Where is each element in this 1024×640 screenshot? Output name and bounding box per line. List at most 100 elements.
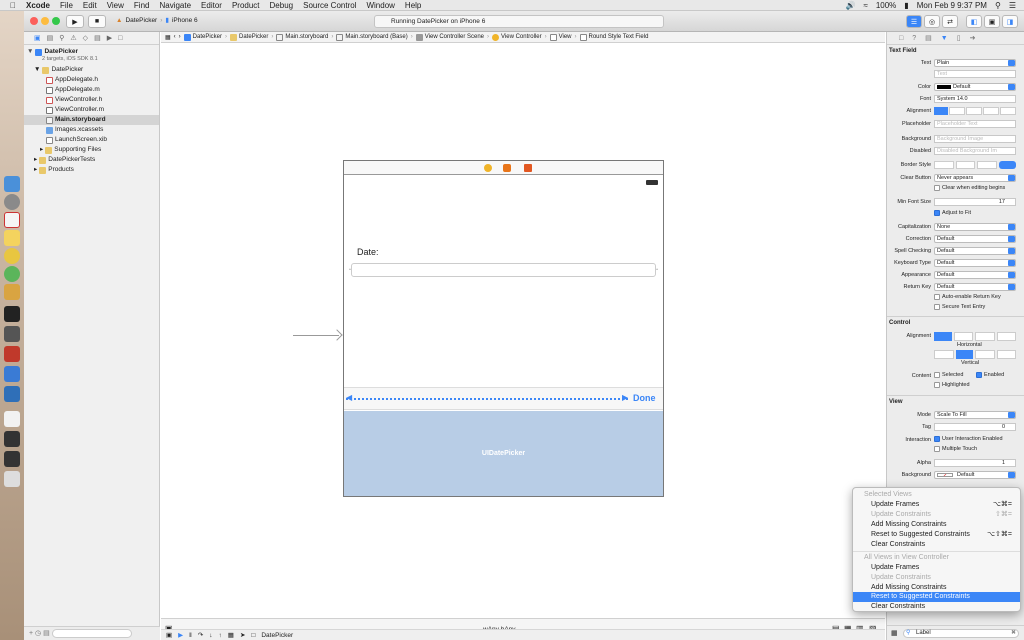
menu-edit[interactable]: Edit: [83, 1, 97, 10]
user-interaction-checkbox[interactable]: User Interaction Enabled: [934, 436, 1003, 442]
apple-icon[interactable]: : [10, 1, 16, 10]
size-icon[interactable]: ▯: [957, 34, 961, 42]
breadcrumb-item[interactable]: View Controller: [492, 33, 542, 41]
tree-item[interactable]: AppDelegate.h: [46, 75, 98, 85]
menu-app[interactable]: Xcode: [26, 1, 50, 10]
highlighted-checkbox[interactable]: Highlighted: [934, 382, 970, 388]
step-over-icon[interactable]: ↷: [198, 631, 203, 639]
connections-icon[interactable]: ➜: [970, 34, 976, 42]
tag-field[interactable]: 0: [934, 423, 1016, 431]
menu-find[interactable]: Find: [134, 1, 150, 10]
resize-handle[interactable]: ▫: [349, 267, 351, 273]
mode-popup[interactable]: Scale To Fill: [934, 411, 1016, 419]
menu-help[interactable]: Help: [405, 1, 421, 10]
attributes-icon[interactable]: ▼: [941, 35, 948, 42]
grid-view-icon[interactable]: ▦: [891, 629, 898, 637]
correction-popup[interactable]: Default: [934, 235, 1016, 243]
resize-handle[interactable]: ▫: [656, 267, 658, 273]
help-icon[interactable]: ?: [912, 35, 916, 42]
h-align-center-icon[interactable]: [953, 332, 973, 341]
clock[interactable]: Mon Feb 9 9:37 PM: [917, 1, 987, 10]
add-icon[interactable]: +: [29, 630, 33, 637]
align-center-icon[interactable]: [949, 107, 965, 115]
hide-debug-icon[interactable]: ▣: [166, 631, 172, 639]
breadcrumb-item[interactable]: View Controller Scene: [415, 33, 484, 41]
close-button[interactable]: [30, 17, 38, 25]
tree-item[interactable]: ViewController.m: [46, 105, 104, 115]
wifi-icon[interactable]: ≈: [863, 1, 867, 10]
menu-file[interactable]: File: [60, 1, 73, 10]
folder-icon[interactable]: ▣: [34, 34, 41, 42]
symbol-icon[interactable]: ▤: [47, 34, 54, 42]
secure-entry-checkbox[interactable]: Secure Text Entry: [934, 304, 985, 310]
v-align-bottom-icon[interactable]: [975, 350, 995, 359]
h-align-left-icon[interactable]: [934, 332, 952, 341]
identity-icon[interactable]: ▤: [925, 34, 932, 42]
text-type-popup[interactable]: Plain: [934, 59, 1016, 67]
battery-text[interactable]: 100%: [876, 1, 896, 10]
breadcrumb-item[interactable]: View: [549, 33, 572, 41]
clear-button-popup[interactable]: Never appears: [934, 174, 1016, 182]
spotlight-icon[interactable]: ⚲: [995, 1, 1001, 10]
toggle-debug-button[interactable]: ▣: [984, 15, 1000, 28]
border-bezel-icon[interactable]: [977, 161, 997, 169]
menu-editor[interactable]: Editor: [201, 1, 222, 10]
breadcrumb-item[interactable]: Round Style Text Field: [579, 33, 648, 41]
notes-icon[interactable]: [4, 230, 20, 246]
exit-icon[interactable]: [524, 164, 532, 172]
menu-item-clear-constraints[interactable]: Clear Constraints: [853, 540, 1020, 550]
tree-item[interactable]: ▸ Products: [34, 165, 74, 175]
menu-navigate[interactable]: Navigate: [159, 1, 191, 10]
app-icon[interactable]: [4, 431, 20, 447]
keyboard-type-popup[interactable]: Default: [934, 259, 1016, 267]
search-icon[interactable]: ⚲: [59, 34, 64, 42]
date-label[interactable]: Date:: [357, 247, 379, 257]
toggle-navigator-button[interactable]: ◧: [966, 15, 982, 28]
tree-item[interactable]: ViewController.h: [46, 95, 102, 105]
standard-editor-button[interactable]: ☰: [906, 15, 922, 28]
appearance-popup[interactable]: Default: [934, 271, 1016, 279]
breadcrumb-item[interactable]: Main.storyboard: [276, 33, 328, 41]
scheme-selector[interactable]: ▲ DatePicker › ▮ iPhone 6: [116, 16, 198, 25]
align-natural-icon[interactable]: [1000, 107, 1016, 115]
v-align-center-icon[interactable]: [955, 350, 973, 359]
pause-icon[interactable]: ‖: [189, 632, 192, 639]
eye-icon[interactable]: [4, 326, 20, 342]
filter-icon[interactable]: ▤: [43, 630, 50, 637]
clear-editing-checkbox[interactable]: Clear when editing begins: [934, 185, 1005, 191]
xcode-icon[interactable]: [4, 366, 20, 382]
tree-item[interactable]: Images.xcassets: [46, 125, 103, 135]
finder-icon[interactable]: [4, 176, 20, 192]
tree-item[interactable]: ▸ Supporting Files: [40, 145, 101, 155]
view-controller-icon[interactable]: [484, 164, 492, 172]
border-rounded-icon[interactable]: [998, 161, 1016, 169]
border-none-icon[interactable]: [934, 161, 954, 169]
h-align-right-icon[interactable]: [975, 332, 995, 341]
version-editor-button[interactable]: ⇄: [942, 15, 958, 28]
document-icon[interactable]: [4, 411, 20, 427]
spell-checking-popup[interactable]: Default: [934, 247, 1016, 255]
assistant-editor-button[interactable]: ◎: [924, 15, 940, 28]
menu-item-update-frames[interactable]: Update Frames ⌥⌘=: [853, 500, 1020, 510]
test-icon[interactable]: ◇: [83, 34, 88, 42]
h-align-fill-icon[interactable]: [996, 332, 1016, 341]
breadcrumb-item[interactable]: DatePicker: [230, 33, 268, 41]
volume-icon[interactable]: 🔊: [845, 1, 855, 10]
align-left-icon[interactable]: [934, 107, 948, 115]
tree-item[interactable]: LaunchScreen.xib: [46, 135, 107, 145]
menu-item-update-frames-all[interactable]: Update Frames: [853, 563, 1020, 573]
horizontal-alignment-segments[interactable]: [934, 332, 1016, 341]
view-debug-icon[interactable]: ▦: [228, 631, 234, 639]
step-in-icon[interactable]: ↓: [209, 632, 212, 639]
date-textfield[interactable]: ▫ ▫: [349, 263, 658, 277]
calendar-icon[interactable]: [4, 212, 20, 228]
v-align-fill-icon[interactable]: [996, 350, 1016, 359]
menu-debug[interactable]: Debug: [270, 1, 294, 10]
menu-product[interactable]: Product: [232, 1, 260, 10]
breakpoint-icon[interactable]: ▶: [107, 34, 112, 42]
align-justify-icon[interactable]: [983, 107, 999, 115]
alpha-field[interactable]: 1: [934, 459, 1016, 467]
messages-icon[interactable]: [4, 266, 20, 282]
multiple-touch-checkbox[interactable]: Multiple Touch: [934, 446, 977, 452]
menu-source-control[interactable]: Source Control: [303, 1, 356, 10]
